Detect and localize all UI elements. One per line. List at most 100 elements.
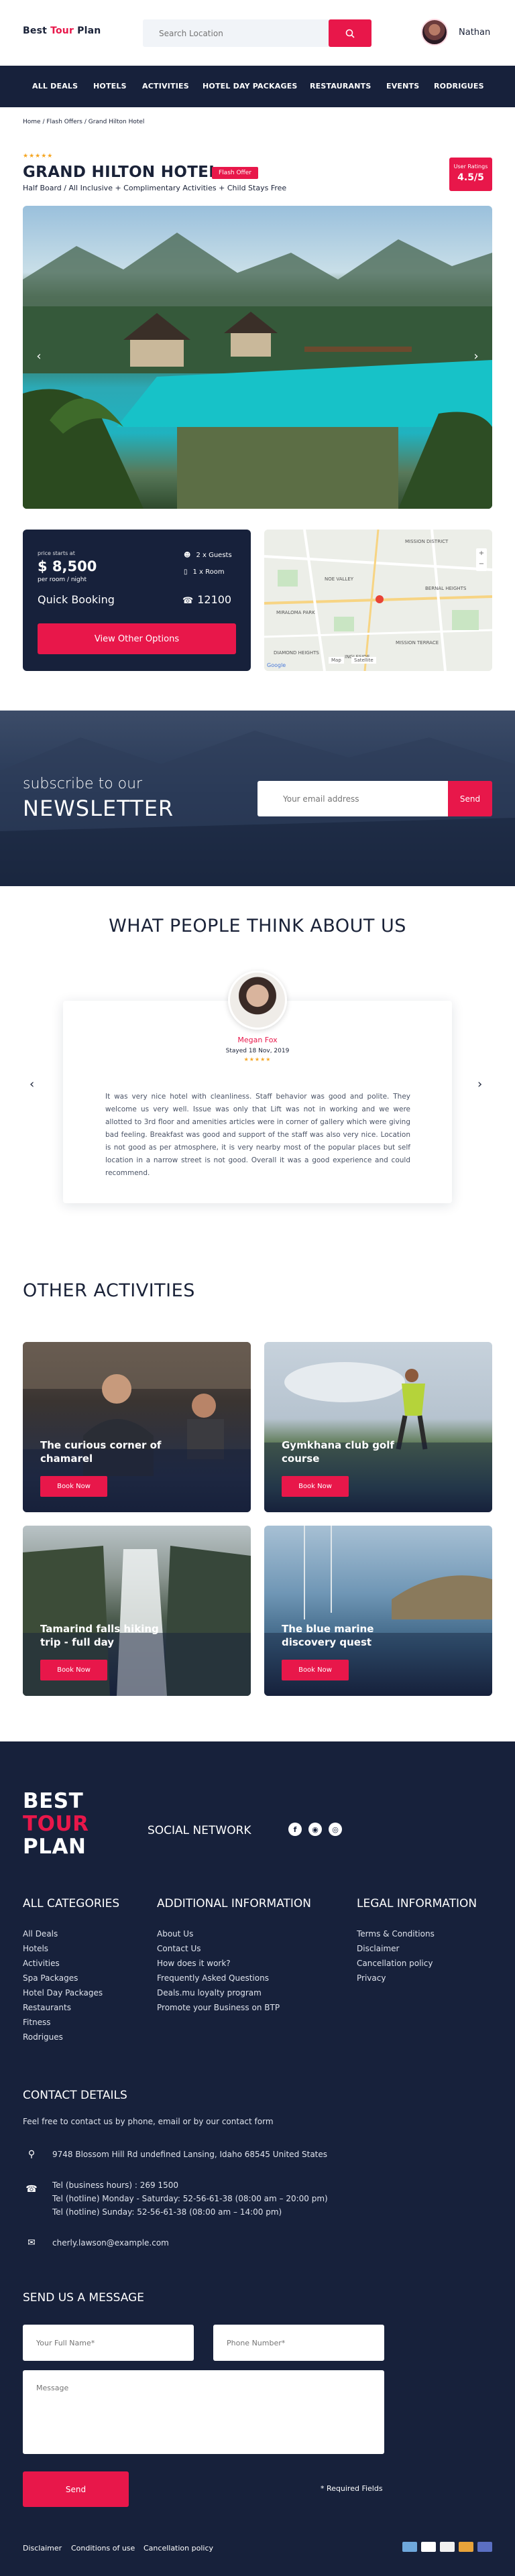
rooms-label: 1 x Room xyxy=(192,568,225,576)
contact-details-subtitle: Feel free to contact us by phone, email … xyxy=(23,2117,274,2126)
reviewer-name: Megan Fox xyxy=(237,1036,278,1044)
testimonial-prev-arrow[interactable]: ‹ xyxy=(30,1077,34,1091)
book-now-button[interactable]: Book Now xyxy=(40,1476,107,1497)
footer-link[interactable]: Spa Packages xyxy=(23,1971,103,1985)
guests-label: 2 x Guests xyxy=(196,552,232,559)
activity-card[interactable]: Gymkhana club golf course Book Now xyxy=(264,1342,492,1512)
review-text: It was very nice hotel with cleanliness.… xyxy=(105,1093,410,1177)
footer-link[interactable]: Deals.mu loyalty program xyxy=(157,1985,280,2000)
payment-card-icon xyxy=(477,2542,492,2552)
nav-item-activities[interactable]: ACTIVITIES xyxy=(142,82,189,90)
book-now-button[interactable]: Book Now xyxy=(282,1476,349,1497)
guests-selector[interactable]: ☻ 2 x Guests xyxy=(184,552,232,559)
footer-link[interactable]: Privacy xyxy=(357,1971,435,1985)
book-now-button[interactable]: Book Now xyxy=(282,1660,349,1680)
activity-title: Gymkhana club golf course xyxy=(282,1439,394,1465)
map-label-miraloma-park: MIRALOMA PARK xyxy=(276,610,315,615)
user-rating-badge: User Ratings 4.5/5 xyxy=(449,158,492,191)
activity-card[interactable]: The curious corner of chamarel Book Now xyxy=(23,1342,251,1512)
send-message-title: SEND US A MESSAGE xyxy=(23,2291,144,2305)
footer-link[interactable]: About Us xyxy=(157,1926,280,1941)
phone-hotline-weekday[interactable]: Tel (hotline) Monday - Saturday: 52-56-6… xyxy=(52,2192,328,2205)
hotel-star-rating: ★★★★★ xyxy=(23,153,54,160)
footer-logo[interactable]: BEST TOUR PLAN xyxy=(23,1790,89,1858)
satellite-view-toggle[interactable]: Satellite xyxy=(351,657,376,664)
nav-item-rodrigues[interactable]: RODRIGUES xyxy=(434,82,484,90)
contact-email[interactable]: cherly.lawson@example.com xyxy=(52,2236,169,2250)
gallery-next-arrow[interactable]: › xyxy=(469,348,483,364)
quick-booking-label: Quick Booking xyxy=(38,593,115,606)
brand-part-1: Best xyxy=(23,25,51,36)
instagram-icon[interactable]: ◉ xyxy=(308,1823,322,1836)
footer-link[interactable]: Hotels xyxy=(23,1941,103,1956)
nav-item-restaurants[interactable]: RESTAURANTS xyxy=(310,82,371,90)
map-label-mission-terrace: MISSION TERRACE xyxy=(396,640,439,646)
activity-title: The curious corner of chamarel xyxy=(40,1439,162,1465)
social-link-icon[interactable]: ◎ xyxy=(329,1823,342,1836)
mail-icon: ✉ xyxy=(27,2237,36,2248)
testimonials-title: WHAT PEOPLE THINK ABOUT US xyxy=(109,916,406,936)
location-map[interactable]: DIAMOND HEIGHTS NOE VALLEY MISSION DISTR… xyxy=(264,530,492,671)
facebook-icon[interactable]: f xyxy=(288,1823,302,1836)
message-textarea[interactable] xyxy=(23,2370,384,2454)
nav-item-hotel-day-packages[interactable]: HOTEL DAY PACKAGES xyxy=(203,82,298,90)
nav-item-all-deals[interactable]: ALL DEALS xyxy=(32,82,78,90)
message-send-button[interactable]: Send xyxy=(23,2471,129,2507)
nav-item-events[interactable]: EVENTS xyxy=(386,82,419,90)
search-icon xyxy=(345,29,355,38)
newsletter-send-button[interactable]: Send xyxy=(448,781,492,816)
legal-link-cancellation[interactable]: Cancellation policy xyxy=(144,2544,213,2553)
price-value: $ 8,500 xyxy=(38,558,97,574)
legal-link-conditions[interactable]: Conditions of use xyxy=(71,2544,135,2553)
view-other-options-button[interactable]: View Other Options xyxy=(38,623,236,654)
phone-icon: ☎ xyxy=(182,596,194,606)
hotel-subtitle: Half Board / All Inclusive + Complimenta… xyxy=(23,184,287,192)
footer-link[interactable]: Hotel Day Packages xyxy=(23,1985,103,2000)
brand-logo[interactable]: Best Tour Plan xyxy=(23,25,101,36)
newsletter-email-input[interactable] xyxy=(258,781,448,816)
review-date: Stayed 18 Nov, 2019 xyxy=(225,1048,290,1054)
bed-icon: ▯ xyxy=(184,568,188,576)
footer-link[interactable]: Terms & Conditions xyxy=(357,1926,435,1941)
footer-link[interactable]: Contact Us xyxy=(157,1941,280,1956)
rooms-selector[interactable]: ▯ 1 x Room xyxy=(184,568,225,576)
footer-link[interactable]: Promote your Business on BTP xyxy=(157,2000,280,2015)
testimonial-next-arrow[interactable]: › xyxy=(477,1077,482,1091)
booking-phone-number: 12100 xyxy=(197,593,232,606)
phone-business[interactable]: Tel (business hours) : 269 1500 xyxy=(52,2179,328,2192)
rating-value: 4.5/5 xyxy=(457,172,484,183)
user-name[interactable]: Nathan xyxy=(459,27,490,38)
footer-link[interactable]: Cancellation policy xyxy=(357,1956,435,1971)
search-button[interactable] xyxy=(329,19,371,47)
brand-part-2: Tour xyxy=(50,25,74,36)
map-view-toggle[interactable]: Map xyxy=(329,657,344,664)
contact-phones: Tel (business hours) : 269 1500 Tel (hot… xyxy=(52,2179,328,2219)
footer-link[interactable]: Rodrigues xyxy=(23,2030,103,2044)
footer-link[interactable]: Fitness xyxy=(23,2015,103,2030)
user-avatar[interactable] xyxy=(421,19,448,46)
search-input[interactable] xyxy=(143,19,331,47)
book-now-button[interactable]: Book Now xyxy=(40,1660,107,1680)
search-bar xyxy=(143,19,371,47)
phone-number-input[interactable] xyxy=(213,2325,384,2361)
footer-logo-line-3: PLAN xyxy=(23,1835,87,1859)
footer-link[interactable]: Restaurants xyxy=(23,2000,103,2015)
phone-hotline-sunday[interactable]: Tel (hotline) Sunday: 52-56-61-38 (08:00… xyxy=(52,2205,328,2219)
gallery-prev-arrow[interactable]: ‹ xyxy=(32,348,46,364)
legal-link-disclaimer[interactable]: Disclaimer xyxy=(23,2544,62,2553)
flash-offer-badge: Flash Offer xyxy=(212,167,258,179)
booking-phone[interactable]: ☎ 12100 xyxy=(182,593,231,606)
footer-link[interactable]: How does it work? xyxy=(157,1956,280,1971)
contact-address: 9748 Blossom Hill Rd undefined Lansing, … xyxy=(52,2150,328,2159)
breadcrumb[interactable]: Home / Flash Offers / Grand Hilton Hotel xyxy=(23,119,144,125)
additional-information-title: ADDITIONAL INFORMATION xyxy=(157,1897,311,1910)
footer-link[interactable]: Disclaimer xyxy=(357,1941,435,1956)
nav-item-hotels[interactable]: HOTELS xyxy=(93,82,127,90)
footer-link[interactable]: Frequently Asked Questions xyxy=(157,1971,280,1985)
map-zoom-control[interactable]: + − xyxy=(476,548,487,571)
footer-link[interactable]: Activities xyxy=(23,1956,103,1971)
activity-card[interactable]: Tamarind falls hiking trip - full day Bo… xyxy=(23,1526,251,1696)
activity-card[interactable]: The blue marine discovery quest Book Now xyxy=(264,1526,492,1696)
full-name-input[interactable] xyxy=(23,2325,194,2361)
footer-link[interactable]: All Deals xyxy=(23,1926,103,1941)
